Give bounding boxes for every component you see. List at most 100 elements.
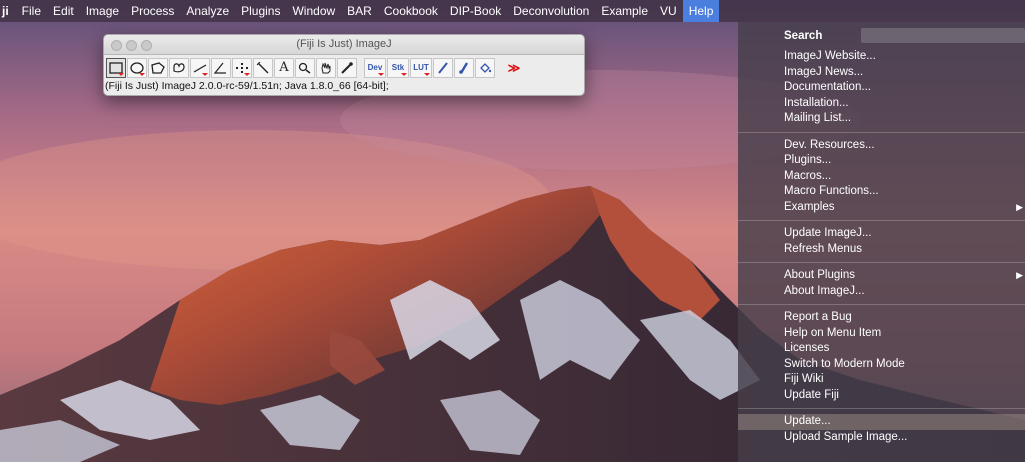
line-tool[interactable]: [190, 57, 210, 78]
help-menu-item[interactable]: Documentation...: [738, 80, 1025, 96]
help-menu-item-label: ImageJ News...: [784, 65, 864, 78]
help-menu-item[interactable]: Macros...: [738, 169, 1025, 185]
menu-separator: [738, 220, 1025, 221]
double-chevron-right-icon: ≫: [507, 60, 521, 75]
help-menu-item[interactable]: Update...: [738, 414, 1025, 430]
menu-bar: ji File Edit Image Process Analyze Plugi…: [0, 0, 1025, 22]
menu-separator: [738, 408, 1025, 409]
help-menu-item[interactable]: Macro Functions...: [738, 184, 1025, 200]
help-menu-item-label: Update...: [784, 415, 831, 427]
help-menu-item-label: Examples: [784, 200, 835, 213]
wand-tool[interactable]: [253, 57, 273, 78]
help-menu-item-label: Update Fiji: [784, 388, 839, 401]
help-menu-item-label: About Plugins: [784, 269, 855, 281]
help-menu-item[interactable]: Examples ▶: [738, 200, 1025, 216]
menu-bar-plugin[interactable]: BAR: [341, 0, 378, 22]
freehand-icon: [173, 62, 185, 72]
help-menu-item-label: Macro Functions...: [784, 185, 879, 197]
rectangle-tool[interactable]: [106, 57, 126, 78]
help-menu-item[interactable]: Report a Bug: [738, 310, 1025, 326]
menu-dip-book[interactable]: DIP-Book: [444, 0, 507, 22]
lut-menu-tool[interactable]: LUT: [410, 57, 432, 78]
help-menu-item[interactable]: ImageJ Website...: [738, 49, 1025, 65]
menu-process[interactable]: Process: [125, 0, 180, 22]
help-menu-item-label: Help on Menu Item: [784, 326, 882, 339]
polygon-tool[interactable]: [148, 57, 168, 78]
help-menu-item[interactable]: Update Fiji: [738, 388, 1025, 404]
oval-tool[interactable]: [127, 57, 147, 78]
point-tool[interactable]: [232, 57, 252, 78]
help-menu-item-label: Report a Bug: [784, 311, 852, 323]
dev-label: Dev: [367, 63, 383, 72]
help-menu-item[interactable]: Licenses: [738, 341, 1025, 357]
help-menu-item-label: ImageJ Website...: [784, 50, 876, 62]
menu-plugins[interactable]: Plugins: [235, 0, 286, 22]
help-menu-item-label: Upload Sample Image...: [784, 430, 908, 443]
magnifier-icon: [298, 62, 311, 74]
help-dropdown-menu: Search ImageJ Website... ImageJ News... Do…: [738, 22, 1025, 462]
help-menu-items: ImageJ Website... ImageJ News... Documenta…: [738, 49, 1025, 445]
menu-file[interactable]: File: [16, 0, 47, 22]
menu-window[interactable]: Window: [286, 0, 341, 22]
help-menu-item-label: Refresh Menus: [784, 242, 862, 255]
menu-app-name[interactable]: ji: [0, 0, 16, 22]
text-tool-icon: A: [279, 60, 289, 75]
hand-icon: [321, 62, 331, 73]
help-menu-item-label: Switch to Modern Mode: [784, 357, 905, 370]
menu-cookbook[interactable]: Cookbook: [378, 0, 444, 22]
imagej-titlebar[interactable]: (Fiji Is Just) ImageJ: [104, 35, 584, 55]
help-menu-item-label: Installation...: [784, 96, 849, 109]
help-menu-item[interactable]: Refresh Menus: [738, 242, 1025, 258]
menu-analyze[interactable]: Analyze: [180, 0, 235, 22]
submenu-arrow-icon: ▶: [1016, 270, 1023, 280]
menu-help[interactable]: Help: [682, 0, 720, 22]
flood-fill-tool[interactable]: [475, 57, 495, 78]
help-menu-item[interactable]: Dev. Resources...: [738, 138, 1025, 154]
text-tool[interactable]: A: [274, 57, 294, 78]
zoom-window-button[interactable]: [141, 40, 152, 51]
stk-label: Stk: [391, 63, 405, 72]
angle-tool[interactable]: [211, 57, 231, 78]
help-menu-item[interactable]: Upload Sample Image...: [738, 430, 1025, 446]
help-search-row: Search: [738, 22, 1025, 49]
help-menu-item[interactable]: Switch to Modern Mode: [738, 357, 1025, 373]
help-menu-item-label: Mailing List...: [784, 112, 852, 124]
magnifier-tool[interactable]: [295, 57, 315, 78]
help-menu-item-label: About ImageJ...: [784, 284, 865, 297]
color-picker-tool[interactable]: [337, 57, 357, 78]
help-menu-item-label: Fiji Wiki: [784, 373, 824, 385]
more-tools-button[interactable]: ≫: [504, 58, 524, 78]
menu-edit[interactable]: Edit: [47, 0, 80, 22]
close-window-button[interactable]: [111, 40, 122, 51]
submenu-arrow-icon: ▶: [1016, 201, 1023, 212]
imagej-window-title: (Fiji Is Just) ImageJ: [296, 38, 392, 50]
help-menu-item[interactable]: Plugins...: [738, 153, 1025, 169]
help-menu-item-label: Macros...: [784, 169, 832, 182]
help-search-input[interactable]: [860, 28, 1025, 43]
stk-menu-tool[interactable]: Stk: [387, 57, 409, 78]
help-menu-item[interactable]: Fiji Wiki: [738, 372, 1025, 388]
help-menu-item[interactable]: Help on Menu Item: [738, 326, 1025, 342]
pencil-icon: [438, 61, 448, 74]
brush-tool[interactable]: [454, 57, 474, 78]
menu-vu[interactable]: VU: [654, 0, 683, 22]
help-menu-item[interactable]: About ImageJ...: [738, 284, 1025, 300]
brush-icon: [459, 61, 469, 74]
scroll-tool[interactable]: [316, 57, 336, 78]
help-menu-item[interactable]: About Plugins ▶: [738, 268, 1025, 284]
help-menu-item[interactable]: Installation...: [738, 96, 1025, 112]
help-menu-item[interactable]: Update ImageJ...: [738, 226, 1025, 242]
freehand-tool[interactable]: [169, 57, 189, 78]
polygon-icon: [151, 61, 165, 74]
menu-separator: [738, 304, 1025, 305]
help-menu-item[interactable]: ImageJ News...: [738, 65, 1025, 81]
menu-example[interactable]: Example: [595, 0, 654, 22]
dev-menu-tool[interactable]: Dev: [364, 57, 386, 78]
menu-image[interactable]: Image: [80, 0, 125, 22]
menu-deconvolution[interactable]: Deconvolution: [507, 0, 595, 22]
dropper-icon: [341, 61, 353, 74]
minimize-window-button[interactable]: [126, 40, 137, 51]
pencil-tool[interactable]: [433, 57, 453, 78]
help-menu-item-label: Licenses: [784, 342, 830, 354]
help-menu-item[interactable]: Mailing List...: [738, 111, 1025, 127]
